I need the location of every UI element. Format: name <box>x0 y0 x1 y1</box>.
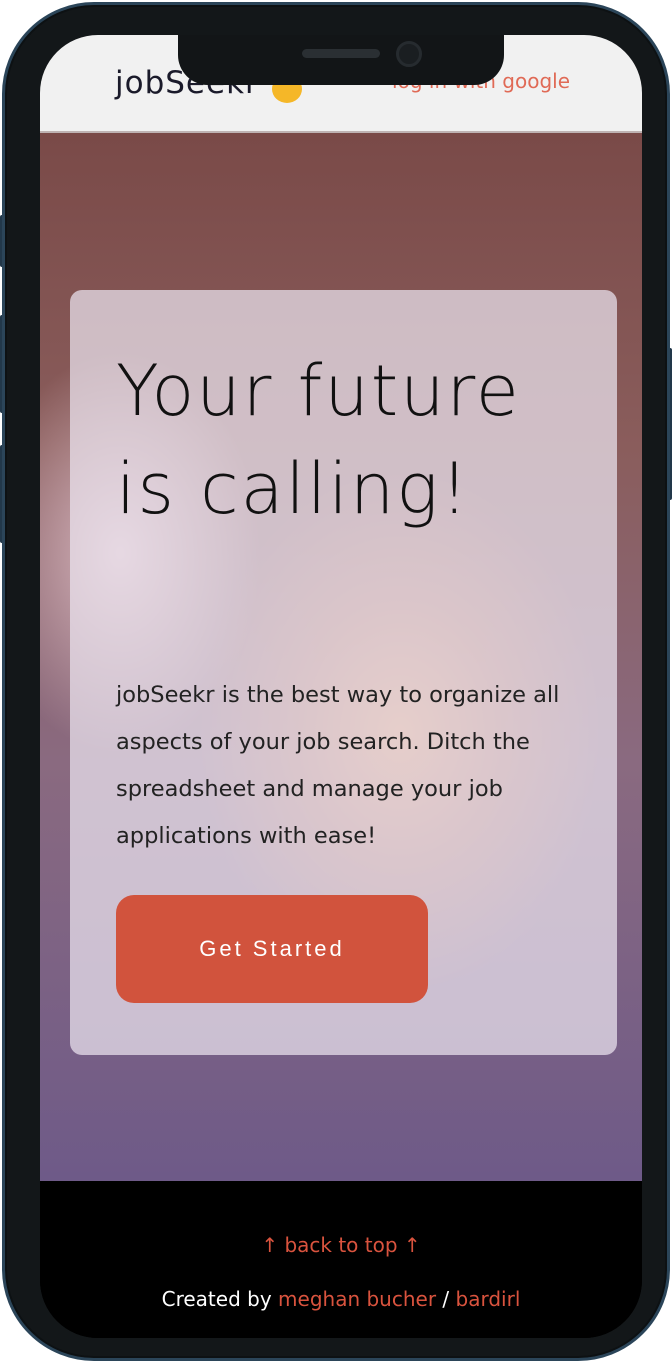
footer: ↑ back to top ↑ Created by meghan bucher… <box>40 1181 642 1338</box>
hero-section: Your future is calling! jobSeekr is the … <box>40 133 642 1181</box>
hero-title: Your future is calling! <box>116 350 521 530</box>
speaker <box>302 49 380 58</box>
created-by-text: Created by <box>161 1287 272 1311</box>
phone-frame: jobSeekr log in with google Your future … <box>2 2 670 1361</box>
hero-description: jobSeekr is the best way to organize all… <box>116 682 560 849</box>
back-to-top-link[interactable]: ↑ back to top ↑ <box>261 1233 420 1257</box>
camera-icon <box>396 41 422 67</box>
get-started-button[interactable]: Get Started <box>116 895 428 1003</box>
notch <box>178 35 504 85</box>
screen: jobSeekr log in with google Your future … <box>40 35 642 1338</box>
handle-link[interactable]: bardirl <box>456 1287 521 1311</box>
author-link[interactable]: meghan bucher <box>278 1287 436 1311</box>
hero-card: Your future is calling! jobSeekr is the … <box>70 290 617 1055</box>
credit-line: Created by meghan bucher / bardirl <box>40 1287 642 1311</box>
separator: / <box>436 1287 456 1311</box>
